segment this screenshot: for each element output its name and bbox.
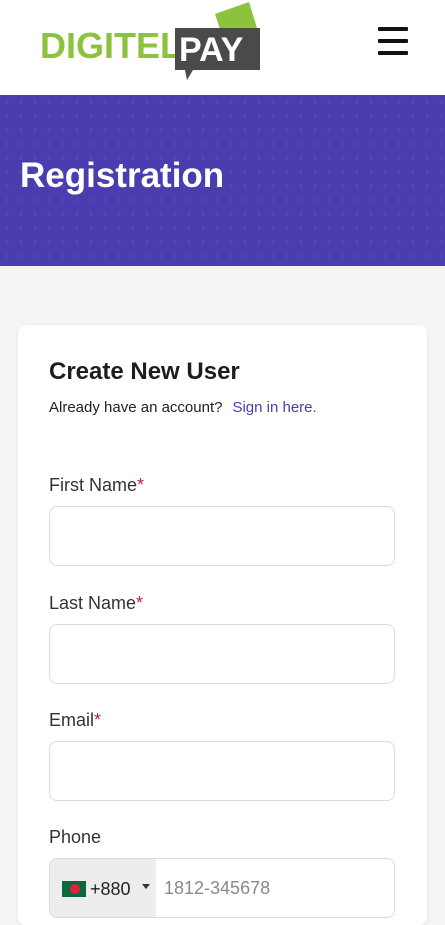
logo-pay-badge: PAY [175, 2, 265, 80]
required-mark: * [94, 710, 102, 730]
first-name-input[interactable] [49, 506, 395, 566]
first-name-label: First Name* [49, 475, 145, 495]
page-banner: Registration [0, 95, 445, 266]
email-label: Email* [49, 710, 102, 730]
phone-field: +880 [49, 858, 395, 918]
hamburger-menu-icon[interactable] [374, 23, 412, 59]
page-title: Registration [20, 156, 225, 195]
email-input[interactable] [49, 741, 395, 801]
signin-prompt-line: Already have an account? Sign in here. [49, 398, 317, 418]
phone-label: Phone [49, 827, 102, 847]
logo-pay-text: PAY [179, 31, 244, 69]
signin-prompt-text: Already have an account? [49, 399, 223, 416]
chevron-down-icon [142, 884, 150, 889]
logo-digitel-text: DIGITEL [40, 25, 182, 66]
phone-input[interactable] [156, 859, 394, 917]
registration-card: Create New User Already have an account?… [18, 325, 427, 925]
required-mark: * [137, 475, 145, 495]
app-header: DIGITEL PAY [0, 0, 445, 95]
bangladesh-flag-icon [62, 881, 86, 897]
form-title: Create New User [49, 358, 240, 385]
last-name-input[interactable] [49, 624, 395, 684]
dial-code: +880 [90, 879, 131, 899]
country-code-select[interactable]: +880 [50, 859, 156, 917]
digitelpay-logo[interactable]: DIGITEL PAY [40, 2, 262, 80]
signin-link[interactable]: Sign in here. [232, 399, 316, 416]
last-name-label: Last Name* [49, 593, 144, 613]
required-mark: * [136, 593, 144, 613]
